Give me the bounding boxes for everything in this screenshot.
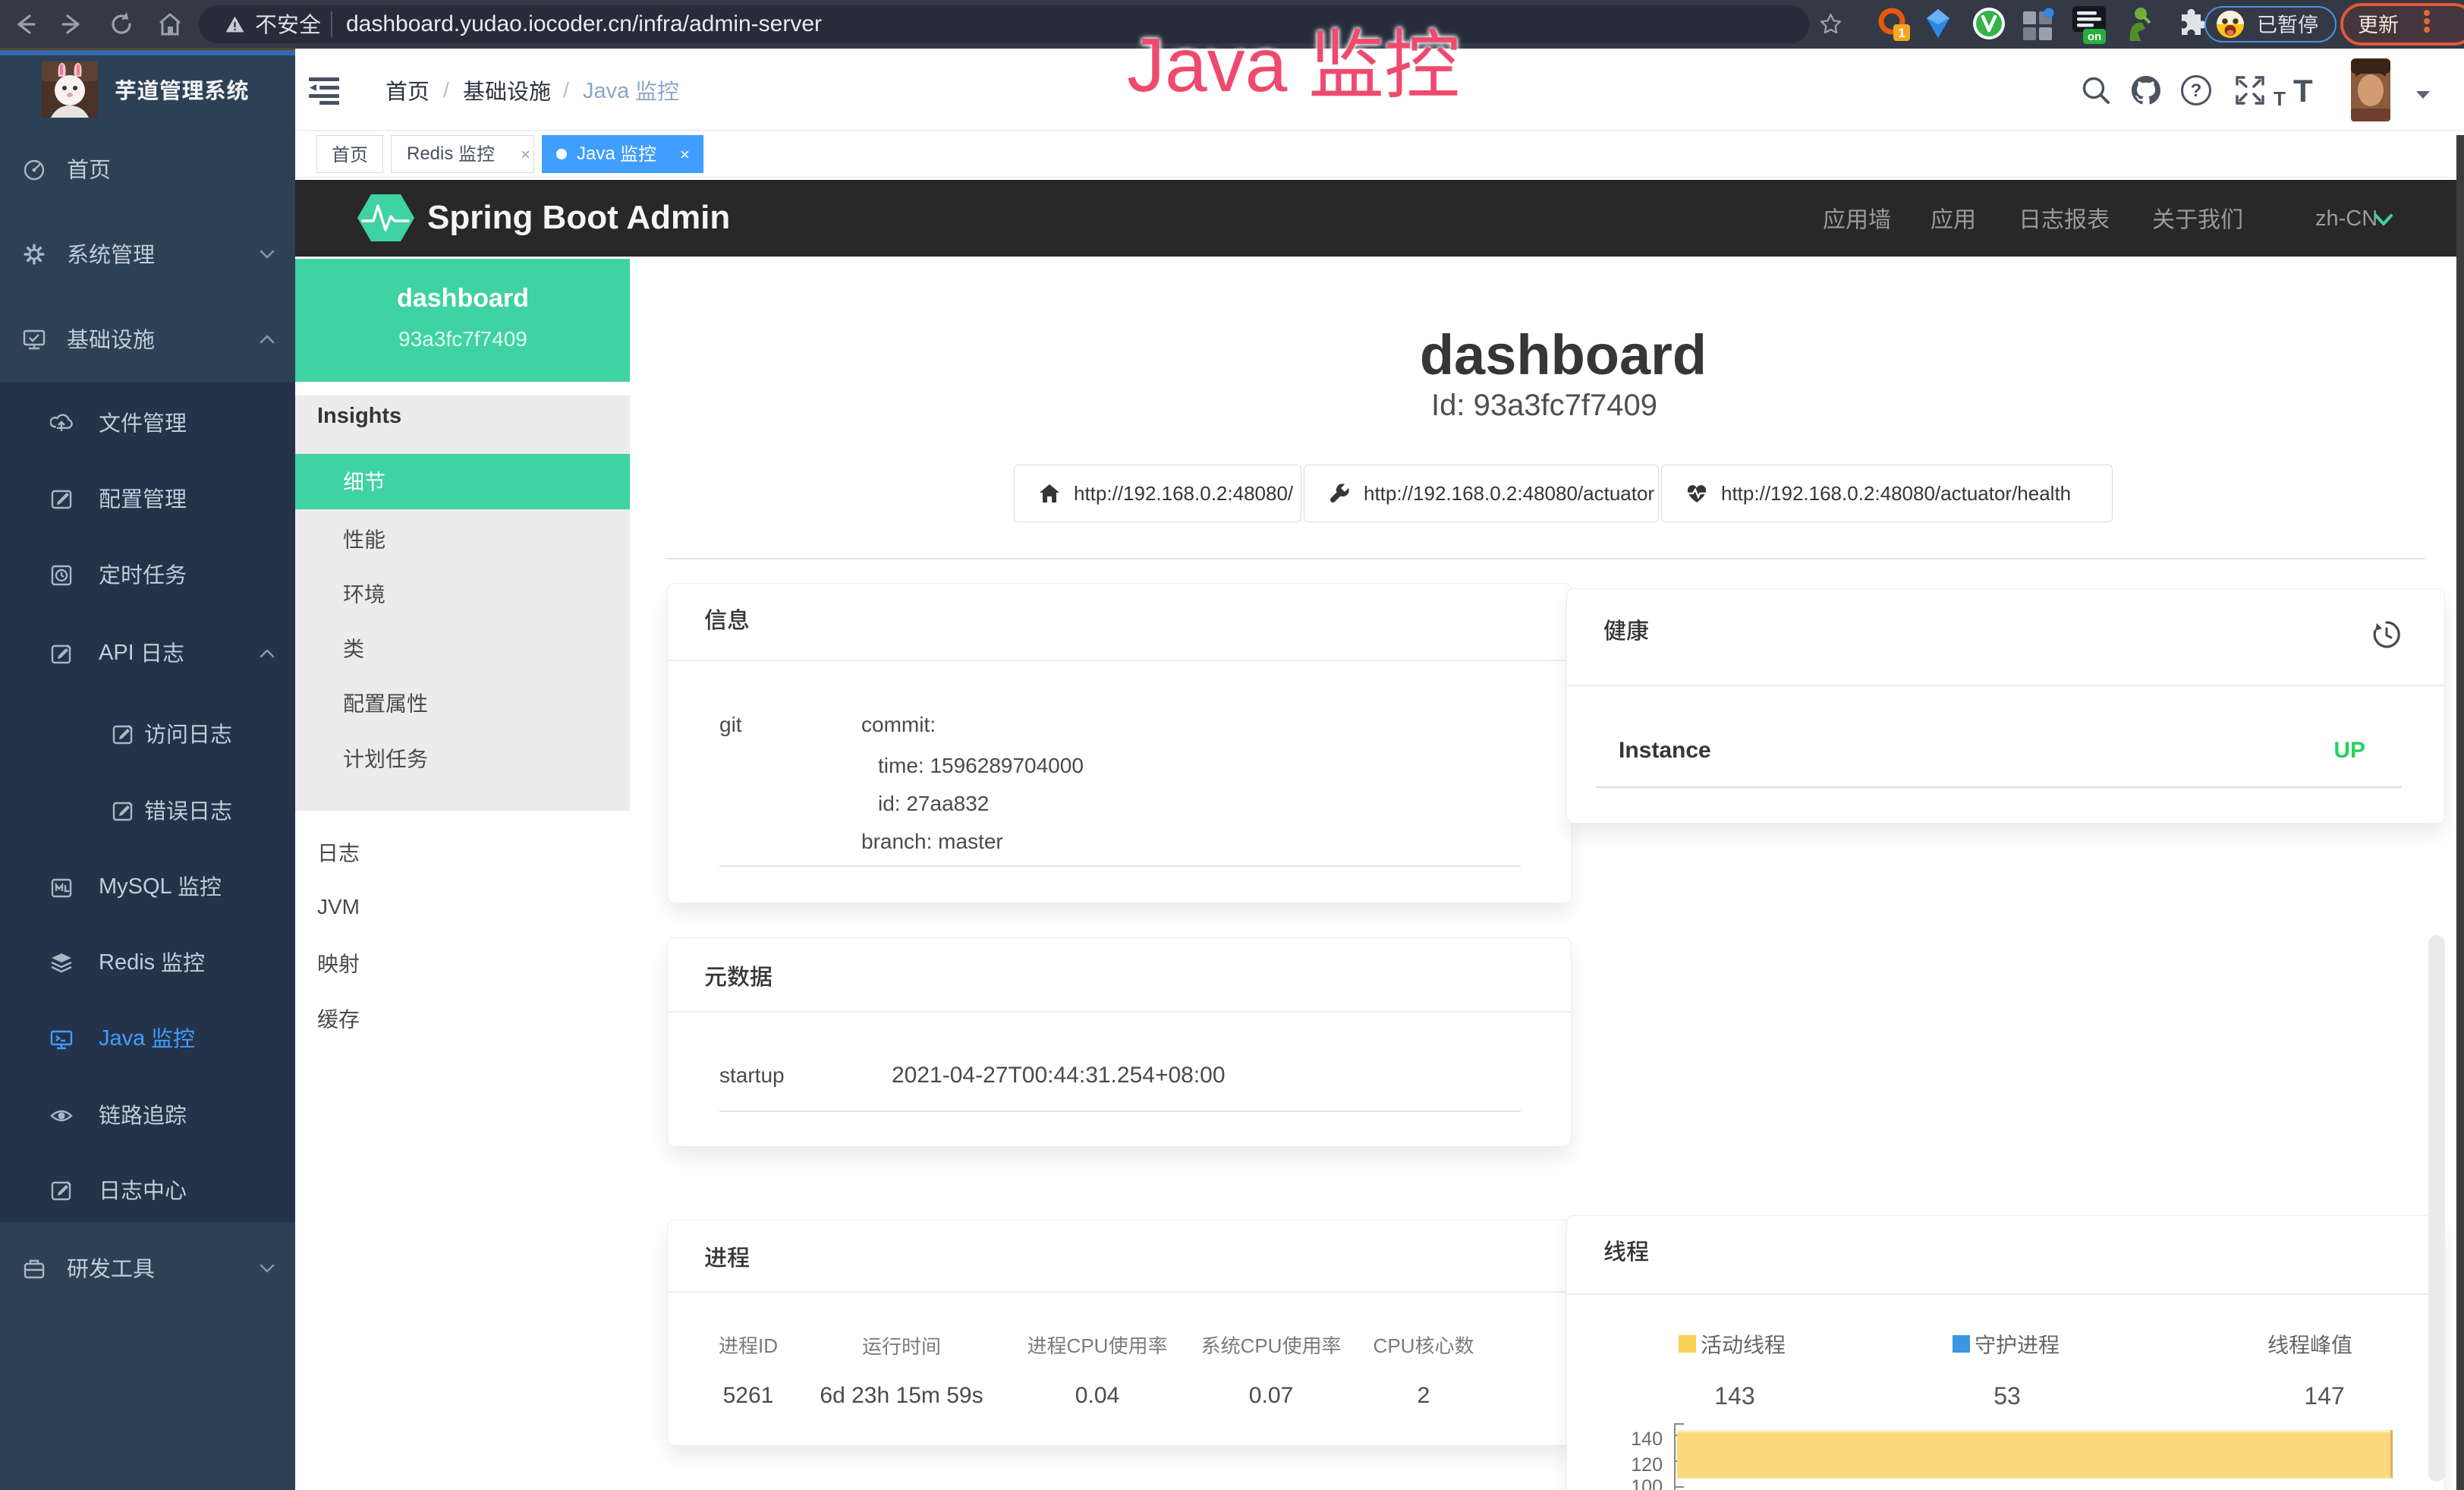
svg-text:1: 1 xyxy=(1898,26,1905,40)
svg-text:on: on xyxy=(2088,30,2101,43)
svg-text:?: ? xyxy=(2191,80,2202,101)
